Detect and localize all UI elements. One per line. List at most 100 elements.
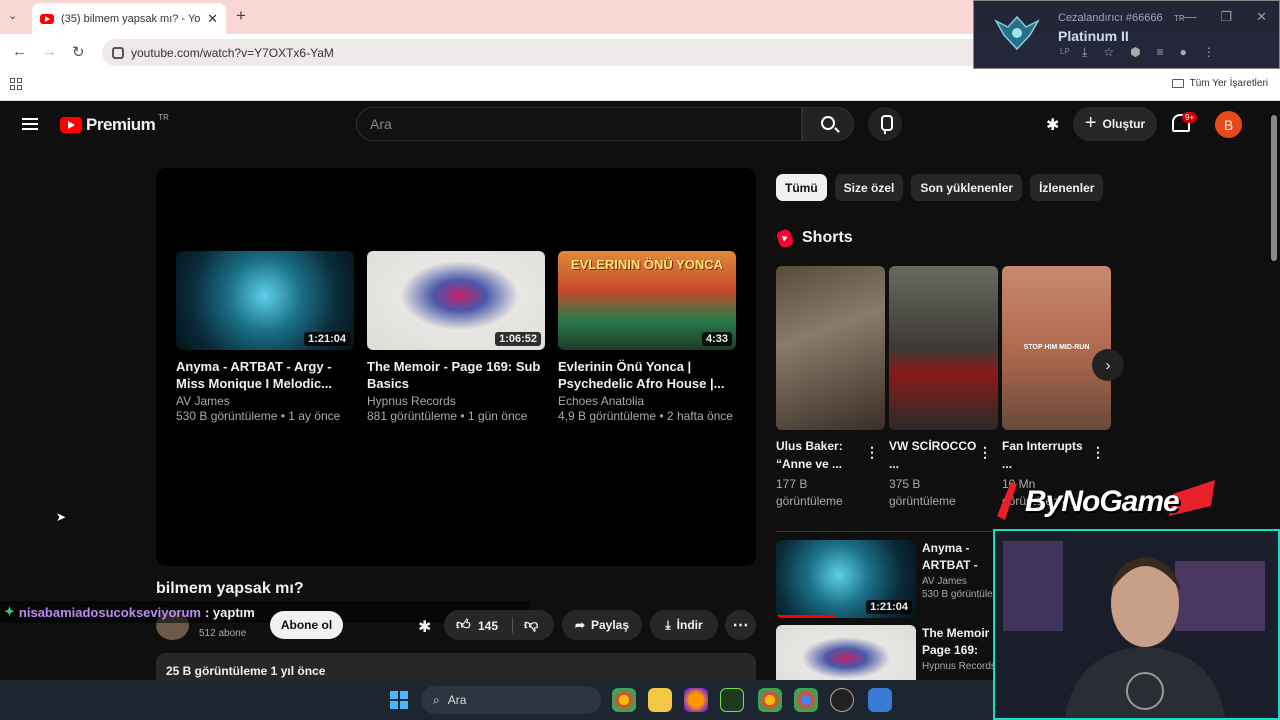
short-menu-icon[interactable]: ⋮ [865, 444, 879, 461]
short-menu-icon[interactable]: ⋮ [978, 444, 992, 461]
minimize-icon[interactable]: — [1183, 9, 1196, 25]
folder-icon [1171, 79, 1184, 88]
share-button[interactable]: ➦ Paylaş [562, 610, 642, 640]
short-views: 375 B görüntüleme [889, 477, 956, 508]
video-duration: 1:21:04 [304, 332, 350, 346]
download-icon: ⤓ [665, 617, 671, 632]
app-blue-taskbar-icon[interactable] [868, 688, 892, 712]
chrome-active-taskbar-icon[interactable] [758, 688, 782, 712]
firefox-taskbar-icon[interactable] [684, 688, 708, 712]
logo-text: Premium [86, 115, 156, 134]
taskbar-search-label: Ara [447, 693, 467, 707]
short-title: Ulus Baker: “Anne ve ... [776, 439, 843, 471]
watch-progress-bar [776, 615, 836, 618]
sidebar-video-2[interactable] [776, 625, 916, 680]
extensions-icon[interactable]: ⬢ [1130, 45, 1140, 60]
search-input[interactable]: Ara [356, 107, 802, 141]
file-explorer-taskbar-icon[interactable] [648, 688, 672, 712]
end-screen-video-2[interactable]: 1:06:52 The Memoir - Page 169: Sub Basic… [367, 251, 545, 423]
dislike-button-icon[interactable]: 👎︎ [524, 616, 538, 633]
all-bookmarks-button[interactable]: Tüm Yer İşaretleri [1171, 78, 1268, 89]
apps-grid-icon[interactable] [10, 78, 22, 90]
windows-start-icon[interactable] [390, 691, 408, 709]
back-arrow-icon[interactable]: ← [12, 43, 27, 60]
close-window-icon[interactable]: ✕ [1256, 9, 1267, 25]
taskbar-search[interactable]: ⌕ Ara [421, 686, 601, 714]
create-label: Oluştur [1102, 117, 1146, 131]
browser-tab-active[interactable]: (35) bilmem yapsak mı? - YouTube ✕ [32, 3, 226, 34]
more-actions-icon[interactable]: ⋯ [725, 610, 756, 640]
thumbnail-text: STOP HIM MID-RUN [1023, 344, 1090, 351]
chip-all[interactable]: Tümü [776, 174, 827, 201]
search-icon [821, 116, 835, 130]
short-menu-icon[interactable]: ⋮ [1091, 444, 1105, 461]
bynogame-logo: ByNoGame [993, 476, 1219, 526]
video-title: The Memoir - Page 169: Sub Basics [367, 359, 541, 391]
forward-arrow-icon[interactable]: → [42, 43, 57, 60]
profile-icon[interactable]: ● [1180, 45, 1187, 60]
youtube-play-icon [60, 117, 82, 133]
download-button[interactable]: ⤓ İndir [650, 610, 718, 640]
short-thumbnail [776, 266, 885, 430]
reload-icon[interactable]: ↻ [72, 43, 85, 61]
browser-toolbar-icons: ⤓ ☆ ⬢ ≡ ● ⋮ [1082, 45, 1215, 60]
hamburger-menu-icon[interactable] [22, 118, 38, 130]
account-avatar[interactable]: B [1215, 111, 1242, 138]
chip-recent[interactable]: Son yüklenenler [911, 174, 1023, 201]
sidebar-video-1[interactable]: 1:21:04 [776, 540, 916, 618]
like-divider [512, 617, 513, 633]
chrome-profile-taskbar-icon[interactable] [794, 688, 818, 712]
app-taskbar-icon[interactable] [720, 688, 744, 712]
video-title: Evlerinin Önü Yonca | Psychedelic Afro H… [558, 359, 725, 391]
game-taskbar-icon[interactable] [830, 688, 854, 712]
shorts-next-chevron-icon[interactable]: › [1092, 349, 1124, 381]
chip-watched[interactable]: İzlenenler [1030, 174, 1104, 201]
subscribe-button[interactable]: Abone ol [270, 611, 343, 639]
voice-search-mic-icon[interactable] [868, 107, 902, 141]
create-button[interactable]: + Oluştur [1073, 107, 1157, 141]
tab-close-icon[interactable]: ✕ [207, 11, 218, 27]
search-button[interactable] [802, 107, 854, 141]
short-item-3[interactable]: STOP HIM MID-RUN Fan Interrupts ... 10 M… [1002, 266, 1111, 510]
tab-search-button[interactable]: ⌄ [8, 9, 17, 22]
video-thumbnail: 1:06:52 [367, 251, 545, 350]
shorts-logo-icon [775, 227, 795, 249]
like-button-icon[interactable]: 👍︎ [456, 616, 471, 633]
subscriber-count: 512 abone [199, 628, 247, 639]
media-control-icon[interactable]: ≡ [1157, 45, 1164, 60]
video-title: Anyma - ARTBAT - Argy - Miss Monique I M… [922, 541, 978, 572]
short-item-2[interactable]: VW SCİROCCO ... 375 B görüntüleme ⋮ [889, 266, 998, 510]
cast-icon[interactable]: ✱ [1046, 115, 1064, 134]
summoner-name: Cezalandırıcı #66666 [1058, 12, 1163, 24]
bookmark-star-icon[interactable]: ☆ [1103, 45, 1114, 60]
all-bookmarks-label: Tüm Yer İşaretleri [1189, 78, 1268, 89]
video-meta: 530 B görüntüleme • 1 ay önce [176, 409, 341, 423]
sidebar-video-2-meta[interactable]: The Memoir - Page 169: Sub Basics Hypnus… [922, 625, 1002, 672]
scrollbar-thumb[interactable] [1271, 115, 1277, 261]
views-and-date: 25 B görüntüleme 1 yıl önce [166, 664, 326, 678]
window-controls: — ❐ ✕ [1183, 9, 1267, 25]
chip-for-you[interactable]: Size özel [834, 174, 904, 201]
plus-icon: + [1084, 111, 1097, 134]
end-screen-video-3[interactable]: EVLERININ ÖNÜ YONCA 4:33 Evlerinin Önü Y… [558, 251, 736, 423]
video-duration: 1:21:04 [866, 600, 912, 614]
maximize-icon[interactable]: ❐ [1220, 9, 1232, 25]
bynogame-text: ByNoGame [1025, 485, 1180, 518]
new-tab-button[interactable]: + [236, 6, 246, 26]
channel-name: Hypnus Records [367, 394, 456, 408]
site-info-icon[interactable] [112, 46, 124, 59]
install-icon[interactable]: ⤓ [1082, 45, 1087, 60]
short-title: VW SCİROCCO ... [889, 439, 977, 471]
cast-action-icon[interactable]: ✱ [418, 617, 431, 637]
sidebar-video-1-meta[interactable]: Anyma - ARTBAT - Argy - Miss Monique I M… [922, 540, 1002, 600]
short-thumbnail: STOP HIM MID-RUN [1002, 266, 1111, 430]
video-thumbnail: EVLERININ ÖNÜ YONCA 4:33 [558, 251, 736, 350]
end-screen-video-1[interactable]: 1:21:04 Anyma - ARTBAT - Argy - Miss Mon… [176, 251, 354, 423]
lp-label: LP [1060, 47, 1070, 56]
browser-menu-icon[interactable]: ⋮ [1203, 45, 1215, 60]
video-player[interactable]: 1:21:04 Anyma - ARTBAT - Argy - Miss Mon… [156, 168, 756, 566]
chrome-taskbar-icon[interactable] [612, 688, 636, 712]
youtube-logo[interactable]: Premium TR [60, 113, 169, 135]
short-item-1[interactable]: Ulus Baker: “Anne ve ... 177 B görüntüle… [776, 266, 885, 510]
download-label: İndir [676, 618, 703, 632]
